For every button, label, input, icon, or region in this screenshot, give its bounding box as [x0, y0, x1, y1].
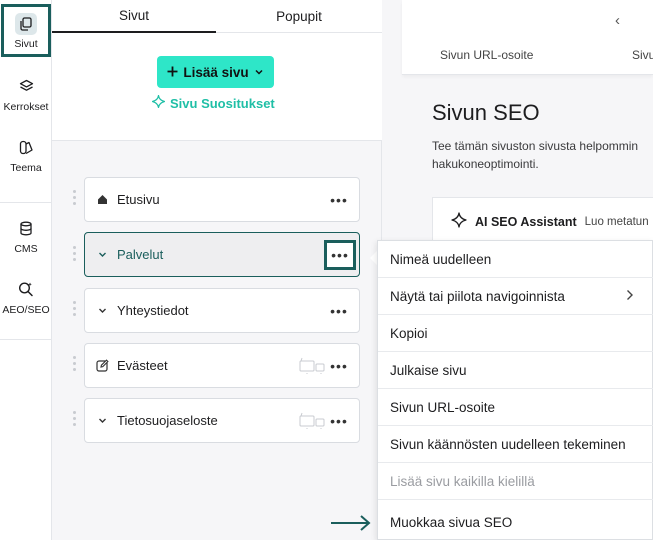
tab-page[interactable]: Sivu [632, 48, 653, 62]
menu-item-copy[interactable]: Kopioi [378, 315, 653, 352]
arrow-right-icon [330, 514, 372, 537]
rail-item-aeo-seo[interactable]: AEO/SEO [0, 279, 52, 316]
ai-assistant-title: AI SEO Assistant [475, 215, 577, 229]
menu-item-edit-page-seo[interactable]: Muokkaa sivua SEO [378, 504, 653, 540]
rail-item-label: Teema [10, 162, 42, 174]
sparkle-icon [151, 94, 166, 111]
page-title: Sivun SEO [432, 100, 540, 125]
menu-item-toggle-navigation[interactable]: Näytä tai piilota navigoinnista [378, 278, 653, 315]
ai-assistant-subtitle: Luo metatun [584, 216, 649, 228]
more-options-button[interactable]: ••• [329, 411, 349, 431]
page-item-label: Palvelut [117, 247, 164, 262]
more-options-button[interactable]: ••• [324, 240, 356, 270]
page-item-evasteet[interactable]: Evästeet ••• [84, 343, 360, 388]
rail-item-layers[interactable]: Kerrokset [0, 76, 52, 113]
pages-panel: Sivut Popupit Lisää sivu Sivu Suositukse… [52, 0, 382, 540]
drag-handle[interactable] [73, 356, 77, 374]
page-context-menu: Nimeä uudelleen Näytä tai piilota navigo… [377, 240, 653, 540]
rail-item-label: Sivut [14, 38, 38, 50]
chevron-right-icon [625, 289, 634, 304]
drag-handle[interactable] [73, 301, 77, 319]
app-root: Sivut Kerrokset Teema CMS AEO/SEO Sivut … [0, 0, 653, 540]
drag-handle[interactable] [73, 411, 77, 429]
theme-icon [16, 137, 36, 157]
rail-item-theme[interactable]: Teema [0, 137, 52, 174]
menu-item-publish-page[interactable]: Julkaise sivu [378, 352, 653, 389]
page-item-label: Evästeet [117, 358, 168, 373]
page-item-etusivu[interactable]: Etusivu ••• [84, 177, 360, 222]
panel-tabs: Sivut Popupit [52, 0, 382, 33]
page-item-label: Etusivu [117, 192, 160, 207]
page-item-yhteystiedot[interactable]: Yhteystiedot ••• [84, 288, 360, 333]
tab-pages[interactable]: Sivut [52, 0, 216, 33]
chevron-down-icon[interactable] [95, 416, 109, 425]
pages-icon [15, 13, 37, 35]
menu-item-add-page-all-languages[interactable]: Lisää sivu kaikilla kielillä [378, 463, 653, 500]
back-chevron-icon[interactable]: ‹ [615, 12, 620, 29]
page-recommendations-link[interactable]: Sivu Suositukset [151, 94, 275, 111]
seo-search-icon [16, 279, 36, 299]
seo-header: ‹ Sivun URL-osoite Sivu [402, 0, 653, 75]
recommendations-label: Sivu Suositukset [170, 95, 275, 111]
add-page-label: Lisää sivu [183, 64, 249, 80]
more-options-button[interactable]: ••• [329, 301, 349, 321]
more-options-button[interactable]: ••• [329, 356, 349, 376]
rail-item-label: CMS [14, 243, 38, 255]
more-options-button[interactable]: ••• [329, 190, 349, 210]
unpublished-icon [299, 357, 325, 380]
page-item-palvelut[interactable]: Palvelut ••• [84, 232, 360, 277]
chevron-down-icon [254, 65, 264, 80]
rail-divider [0, 202, 52, 203]
description-line: hakukoneoptimointi. [432, 157, 539, 171]
plus-icon [167, 65, 178, 80]
description-line: Tee tämän sivuston sivusta helpommin [432, 139, 639, 153]
page-item-label: Tietosuojaseloste [117, 413, 218, 428]
rail-item-label: AEO/SEO [2, 304, 50, 316]
panel-actions: Lisää sivu Sivu Suositukset [52, 33, 382, 141]
drag-handle[interactable] [73, 190, 77, 208]
sparkle-icon [451, 211, 467, 233]
rail-item-label: Kerrokset [3, 101, 49, 113]
page-item-label: Yhteystiedot [117, 303, 189, 318]
database-icon [16, 218, 36, 238]
edit-icon [95, 359, 109, 372]
page-item-tietosuojaseloste[interactable]: Tietosuojaseloste ••• [84, 398, 360, 443]
menu-item-retranslate-page[interactable]: Sivun käännösten uudelleen tekeminen [378, 426, 653, 463]
menu-item-rename[interactable]: Nimeä uudelleen [378, 241, 653, 278]
left-rail: Sivut Kerrokset Teema CMS AEO/SEO [0, 0, 52, 540]
rail-divider [0, 339, 52, 340]
add-page-button[interactable]: Lisää sivu [157, 56, 274, 88]
rail-item-cms[interactable]: CMS [0, 218, 52, 255]
menu-item-page-url[interactable]: Sivun URL-osoite [378, 389, 653, 426]
rail-item-pages[interactable]: Sivut [1, 4, 51, 57]
menu-item-label: Näytä tai piilota navigoinnista [390, 288, 565, 304]
chevron-down-icon[interactable] [95, 250, 109, 259]
unpublished-icon [299, 412, 325, 435]
seo-description: Tee tämän sivuston sivusta helpommin hak… [432, 137, 653, 173]
drag-handle[interactable] [73, 246, 77, 264]
tab-popups[interactable]: Popupit [216, 0, 382, 33]
chevron-down-icon[interactable] [95, 306, 109, 315]
home-icon [95, 194, 109, 205]
tab-page-url[interactable]: Sivun URL-osoite [440, 48, 533, 62]
layers-icon [16, 76, 36, 96]
